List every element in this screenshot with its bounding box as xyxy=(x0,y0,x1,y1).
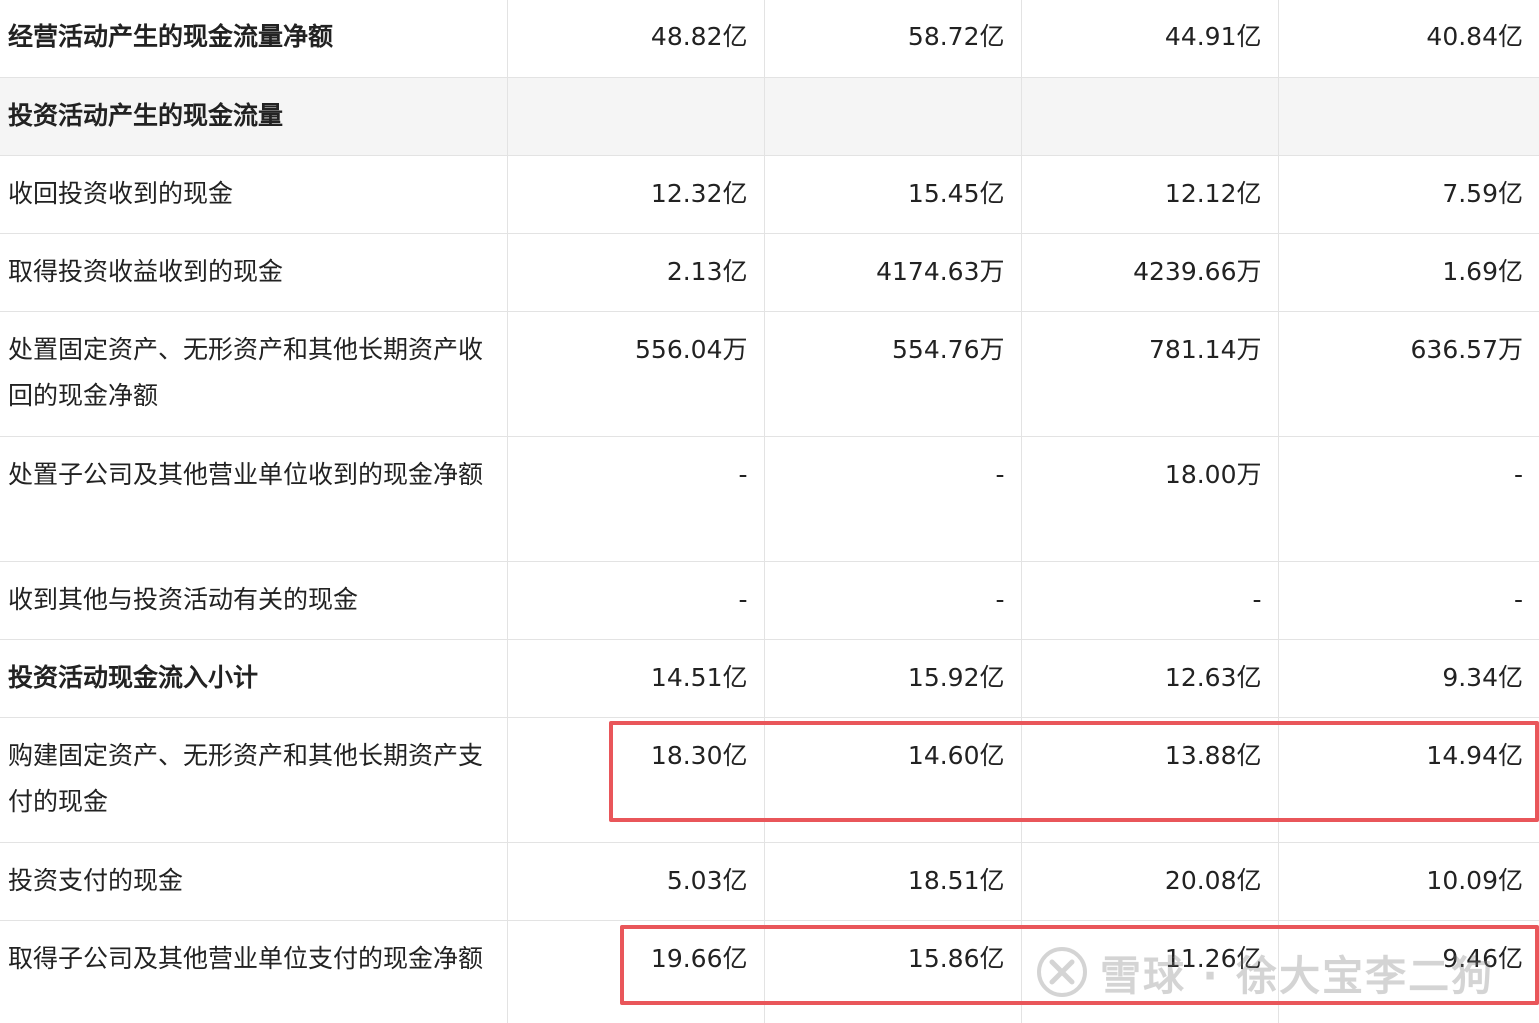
table-row: 收回投资收到的现金 12.32亿 15.45亿 12.12亿 7.59亿 xyxy=(0,154,1539,234)
table-cell: 781.14万 xyxy=(1020,310,1279,437)
cash-flow-table-container: 经营活动产生的现金流量净额 48.82亿 58.72亿 44.91亿 40.84… xyxy=(0,0,1539,1023)
table-cell: - xyxy=(1277,560,1539,640)
table-cell: 13.88亿 xyxy=(1020,716,1279,843)
table-cell: - xyxy=(763,560,1022,640)
table-cell: 18.00万 xyxy=(1020,435,1279,562)
row-label: 处置固定资产、无形资产和其他长期资产收回的现金净额 xyxy=(0,310,508,437)
table-cell: 11.26亿 xyxy=(1020,919,1279,1023)
subtotal-row: 投资活动现金流入小计 14.51亿 15.92亿 12.63亿 9.34亿 xyxy=(0,638,1539,718)
table-cell: 9.34亿 xyxy=(1277,638,1539,718)
table-cell: 15.92亿 xyxy=(763,638,1022,718)
table-cell xyxy=(506,76,765,156)
row-label: 收到其他与投资活动有关的现金 xyxy=(0,560,508,640)
row-label: 经营活动产生的现金流量净额 xyxy=(0,0,508,78)
table-cell: 12.32亿 xyxy=(506,154,765,234)
table-cell xyxy=(1020,76,1279,156)
row-label: 取得投资收益收到的现金 xyxy=(0,232,508,312)
table-row: 取得子公司及其他营业单位支付的现金净额 19.66亿 15.86亿 11.26亿… xyxy=(0,919,1539,1023)
table-cell: 1.69亿 xyxy=(1277,232,1539,312)
table-cell: 14.94亿 xyxy=(1277,716,1539,843)
row-label: 投资支付的现金 xyxy=(0,841,508,921)
row-label: 处置子公司及其他营业单位收到的现金净额 xyxy=(0,435,508,562)
table-cell: 19.66亿 xyxy=(506,919,765,1023)
table-cell: 636.57万 xyxy=(1277,310,1539,437)
section-title: 投资活动产生的现金流量 xyxy=(0,76,508,156)
table-cell: 15.86亿 xyxy=(763,919,1022,1023)
table-cell: - xyxy=(506,560,765,640)
table-cell: 4239.66万 xyxy=(1020,232,1279,312)
table-row: 经营活动产生的现金流量净额 48.82亿 58.72亿 44.91亿 40.84… xyxy=(0,0,1539,78)
table-cell: 44.91亿 xyxy=(1020,0,1279,78)
table-row: 购建固定资产、无形资产和其他长期资产支付的现金 18.30亿 14.60亿 13… xyxy=(0,716,1539,843)
table-row: 处置子公司及其他营业单位收到的现金净额 - - 18.00万 - xyxy=(0,435,1539,562)
table-cell: 14.60亿 xyxy=(763,716,1022,843)
table-cell: 12.63亿 xyxy=(1020,638,1279,718)
table-cell: 20.08亿 xyxy=(1020,841,1279,921)
row-label: 取得子公司及其他营业单位支付的现金净额 xyxy=(0,919,508,1023)
table-cell: 48.82亿 xyxy=(506,0,765,78)
row-label: 收回投资收到的现金 xyxy=(0,154,508,234)
table-cell: 2.13亿 xyxy=(506,232,765,312)
row-label: 购建固定资产、无形资产和其他长期资产支付的现金 xyxy=(0,716,508,843)
table-cell xyxy=(1277,76,1539,156)
table-cell: 556.04万 xyxy=(506,310,765,437)
table-row: 投资支付的现金 5.03亿 18.51亿 20.08亿 10.09亿 xyxy=(0,841,1539,921)
table-cell: 7.59亿 xyxy=(1277,154,1539,234)
table-cell: 12.12亿 xyxy=(1020,154,1279,234)
table-cell: 18.30亿 xyxy=(506,716,765,843)
section-header-row: 投资活动产生的现金流量 xyxy=(0,76,1539,156)
table-row: 收到其他与投资活动有关的现金 - - - - xyxy=(0,560,1539,640)
table-cell: 58.72亿 xyxy=(763,0,1022,78)
table-cell: - xyxy=(1277,435,1539,562)
table-cell: - xyxy=(763,435,1022,562)
table-cell: 10.09亿 xyxy=(1277,841,1539,921)
cash-flow-table: 经营活动产生的现金流量净额 48.82亿 58.72亿 44.91亿 40.84… xyxy=(0,0,1539,1023)
table-cell: 15.45亿 xyxy=(763,154,1022,234)
table-cell: - xyxy=(1020,560,1279,640)
table-cell: 40.84亿 xyxy=(1277,0,1539,78)
table-cell xyxy=(763,76,1022,156)
row-label: 投资活动现金流入小计 xyxy=(0,638,508,718)
table-cell: 18.51亿 xyxy=(763,841,1022,921)
table-cell: 9.46亿 xyxy=(1277,919,1539,1023)
table-cell: - xyxy=(506,435,765,562)
table-cell: 14.51亿 xyxy=(506,638,765,718)
table-cell: 554.76万 xyxy=(763,310,1022,437)
table-cell: 5.03亿 xyxy=(506,841,765,921)
table-row: 处置固定资产、无形资产和其他长期资产收回的现金净额 556.04万 554.76… xyxy=(0,310,1539,437)
table-cell: 4174.63万 xyxy=(763,232,1022,312)
table-row: 取得投资收益收到的现金 2.13亿 4174.63万 4239.66万 1.69… xyxy=(0,232,1539,312)
